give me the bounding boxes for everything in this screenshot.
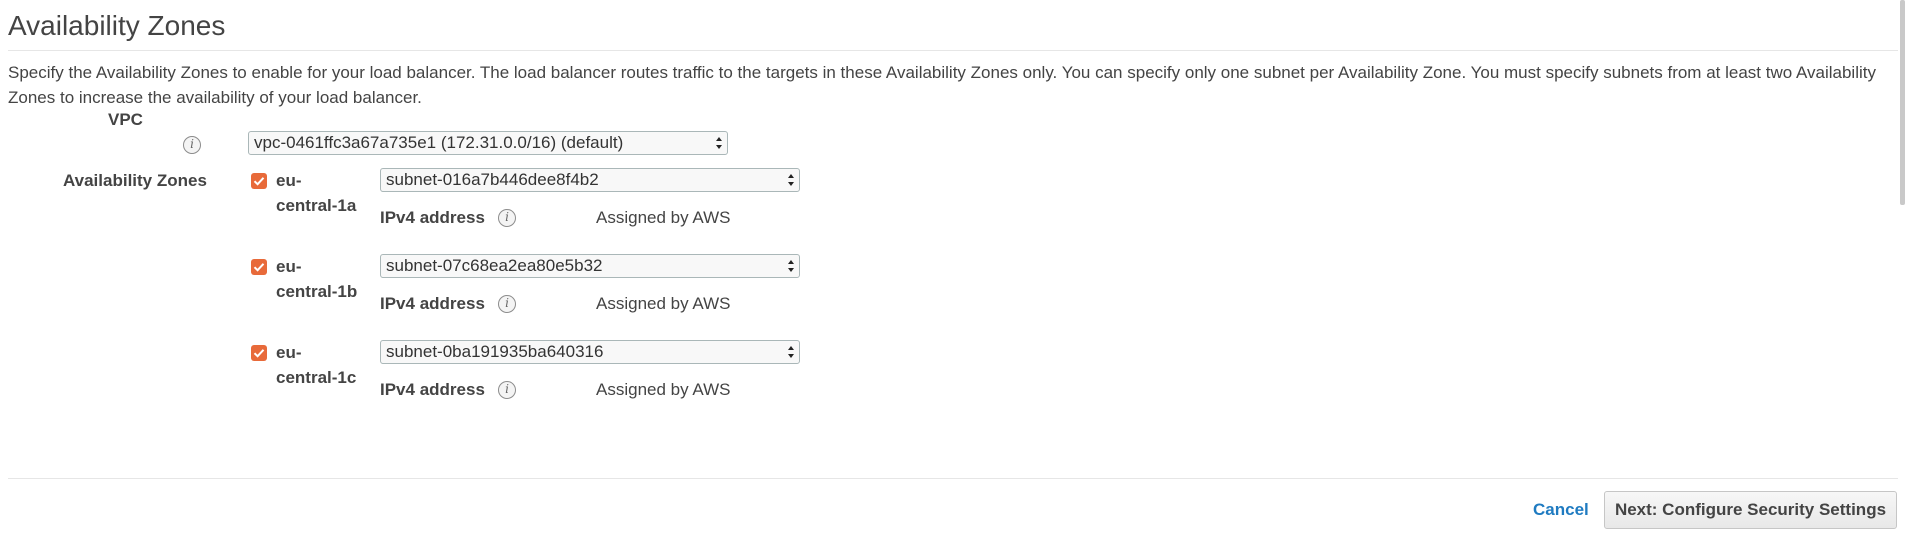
subnet-select-eu-central-1a[interactable]: subnet-016a7b446dee8f4b2 bbox=[380, 168, 800, 192]
select-arrows-icon bbox=[788, 174, 794, 186]
footer-divider bbox=[8, 478, 1898, 479]
zone-checkbox-eu-central-1a[interactable] bbox=[251, 173, 267, 189]
next-configure-security-settings-button[interactable]: Next: Configure Security Settings bbox=[1604, 491, 1897, 529]
subnet-select-eu-central-1c[interactable]: subnet-0ba191935ba640316 bbox=[380, 340, 800, 364]
subnet-select-value: subnet-016a7b446dee8f4b2 bbox=[386, 170, 599, 189]
ipv4-label: IPv4 address bbox=[380, 208, 485, 227]
zone-checkbox-eu-central-1b[interactable] bbox=[251, 259, 267, 275]
zone-name-line: eu- bbox=[276, 343, 302, 362]
select-arrows-icon bbox=[788, 260, 794, 272]
ipv4-label: IPv4 address bbox=[380, 380, 485, 399]
checkmark-icon bbox=[253, 349, 265, 358]
page: Availability Zones Specify the Availabil… bbox=[0, 0, 1907, 549]
vpc-select-value: vpc-0461ffc3a67a735e1 (172.31.0.0/16) (d… bbox=[254, 133, 624, 152]
vpc-select[interactable]: vpc-0461ffc3a67a735e1 (172.31.0.0/16) (d… bbox=[248, 131, 728, 155]
ipv4-label: IPv4 address bbox=[380, 294, 485, 313]
zone-name-line: central-1c bbox=[276, 368, 357, 387]
subnet-select-eu-central-1b[interactable]: subnet-07c68ea2ea80e5b32 bbox=[380, 254, 800, 278]
zone-checkbox-eu-central-1c[interactable] bbox=[251, 345, 267, 361]
ipv4-value: Assigned by AWS bbox=[596, 294, 731, 313]
zone-name-line: eu- bbox=[276, 257, 302, 276]
ipv4-value: Assigned by AWS bbox=[596, 380, 731, 399]
select-arrows-icon bbox=[716, 137, 722, 149]
title-divider bbox=[8, 50, 1898, 51]
zone-name-line: eu- bbox=[276, 171, 302, 190]
availability-zones-label: Availability Zones bbox=[63, 171, 207, 190]
zone-name-line: central-1a bbox=[276, 196, 357, 215]
checkmark-icon bbox=[253, 263, 265, 272]
ipv4-info-icon[interactable]: i bbox=[498, 209, 516, 227]
section-description: Specify the Availability Zones to enable… bbox=[8, 63, 1876, 107]
zone-name-eu-central-1c: eu- central-1c bbox=[276, 340, 366, 390]
subnet-select-value: subnet-07c68ea2ea80e5b32 bbox=[386, 256, 603, 275]
ipv4-info-icon[interactable]: i bbox=[498, 295, 516, 313]
cancel-link[interactable]: Cancel bbox=[1533, 500, 1589, 520]
subnet-select-value: subnet-0ba191935ba640316 bbox=[386, 342, 604, 361]
vpc-label: VPC bbox=[108, 110, 143, 129]
ipv4-info-icon[interactable]: i bbox=[498, 381, 516, 399]
section-title: Availability Zones bbox=[8, 10, 226, 41]
ipv4-value: Assigned by AWS bbox=[596, 208, 731, 227]
zone-name-line: central-1b bbox=[276, 282, 358, 301]
zone-name-eu-central-1b: eu- central-1b bbox=[276, 254, 366, 304]
select-arrows-icon bbox=[788, 346, 794, 358]
vpc-info-icon[interactable]: i bbox=[183, 136, 201, 154]
scrollbar[interactable] bbox=[1900, 0, 1905, 205]
checkmark-icon bbox=[253, 177, 265, 186]
zone-name-eu-central-1a: eu- central-1a bbox=[276, 168, 366, 218]
